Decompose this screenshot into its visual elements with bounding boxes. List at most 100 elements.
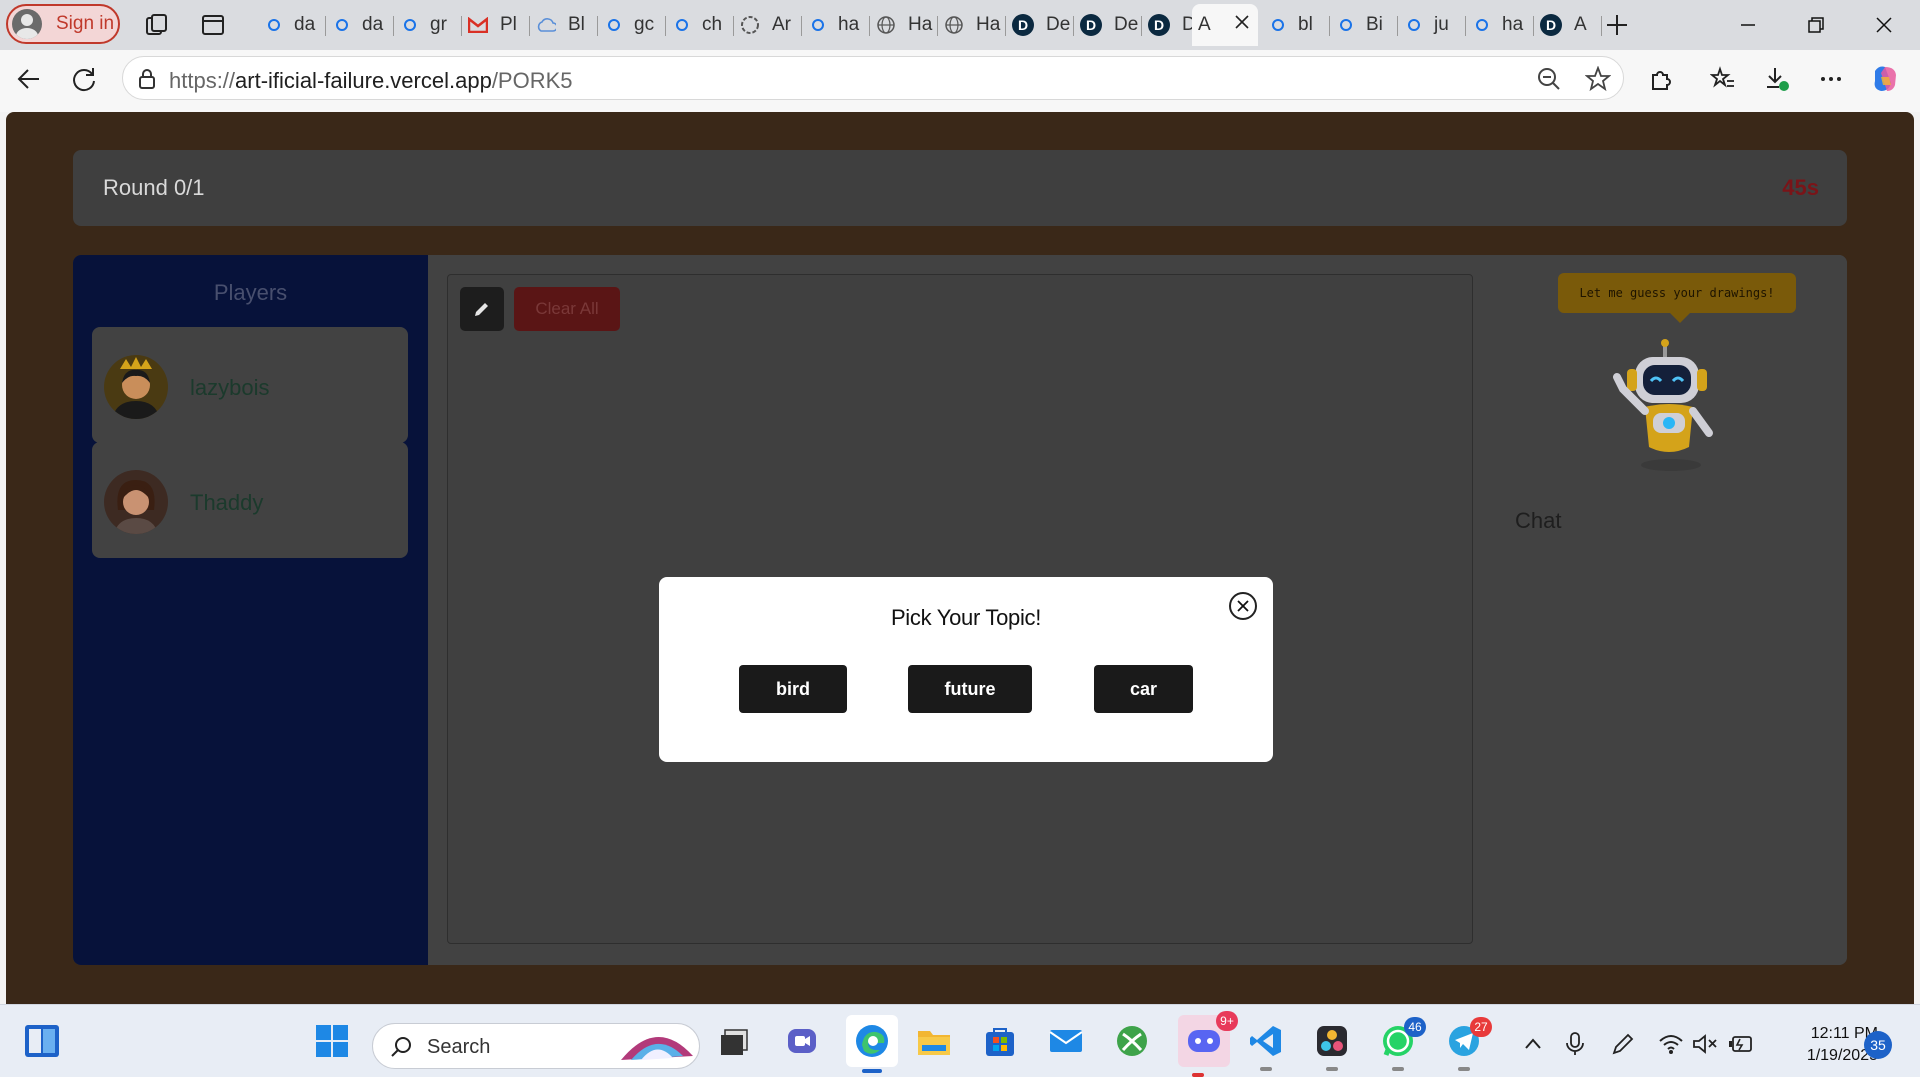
file-explorer-icon[interactable] — [914, 1021, 954, 1061]
browser-tab[interactable]: ju — [1398, 4, 1466, 46]
refresh-icon[interactable] — [67, 62, 101, 96]
search-placeholder: Search — [427, 1036, 491, 1058]
search-icon — [608, 19, 620, 31]
restore-icon[interactable] — [1786, 8, 1846, 42]
browser-tab[interactable]: ha — [802, 4, 870, 46]
sign-in-label: Sign in — [56, 13, 115, 34]
notification-count[interactable]: 35 — [1864, 1031, 1892, 1059]
tab-label: bl — [1298, 14, 1313, 35]
new-tab-icon[interactable] — [1604, 12, 1630, 38]
teams-chat-icon[interactable] — [782, 1021, 822, 1061]
close-tab-icon[interactable] — [1234, 14, 1250, 36]
clear-all-button[interactable]: Clear All — [514, 287, 620, 331]
pen-icon[interactable] — [1610, 1031, 1636, 1057]
favorites-icon[interactable] — [1706, 62, 1740, 96]
browser-tab[interactable]: da — [326, 4, 394, 46]
close-window-icon[interactable] — [1854, 8, 1914, 42]
sign-in-button[interactable]: Sign in — [6, 4, 120, 44]
pencil-button[interactable] — [460, 287, 504, 331]
favorite-star-icon[interactable] — [1584, 65, 1612, 97]
lock-icon[interactable] — [137, 68, 157, 95]
player-card[interactable]: Thaddy — [92, 442, 408, 558]
chat-title: Chat — [1515, 508, 1562, 533]
round-bar: Round 0/1 45s — [73, 150, 1847, 226]
search-icon — [1408, 19, 1420, 31]
browser-tab[interactable]: Ha — [938, 4, 1006, 46]
tab-label: da — [362, 14, 384, 35]
browser-tab[interactable]: D De — [1006, 4, 1074, 46]
topic-button-bird[interactable]: bird — [739, 665, 847, 713]
browser-tab[interactable]: DA — [1534, 4, 1602, 46]
start-icon[interactable] — [312, 1021, 352, 1061]
player-name: Thaddy — [190, 490, 264, 515]
vscode-icon[interactable] — [1246, 1021, 1286, 1071]
search-highlight-icon — [617, 1026, 697, 1071]
edge-icon[interactable] — [846, 1015, 898, 1073]
browser-tab[interactable]: Bl — [530, 4, 598, 46]
topic-button-car[interactable]: car — [1094, 665, 1193, 713]
widgets-icon[interactable] — [22, 1021, 62, 1061]
browser-tab[interactable]: Ha — [870, 4, 938, 46]
downloads-icon[interactable] — [1760, 62, 1794, 96]
browser-tab[interactable]: gr — [394, 4, 462, 46]
copilot-icon[interactable] — [1868, 62, 1902, 96]
search-icon — [1272, 19, 1284, 31]
whatsapp-icon[interactable]: 46 — [1378, 1017, 1426, 1071]
zoom-out-icon[interactable] — [1537, 67, 1561, 96]
browser-tab[interactable]: D De — [1074, 4, 1142, 46]
store-icon[interactable] — [980, 1021, 1020, 1061]
topic-button-future[interactable]: future — [908, 665, 1032, 713]
workspaces-icon[interactable] — [144, 12, 170, 38]
tab-separator — [1601, 16, 1602, 36]
xbox-icon[interactable] — [1112, 1021, 1152, 1061]
address-bar[interactable]: https://art-ificial-failure.vercel.app/P… — [122, 56, 1624, 100]
microphone-icon[interactable] — [1562, 1031, 1588, 1057]
browser-tab[interactable]: gc — [598, 4, 666, 46]
players-title: Players — [213, 280, 288, 305]
system-clock[interactable]: 12:11 PM 1/19/2025 — [1778, 1023, 1878, 1067]
extensions-icon[interactable] — [1644, 62, 1678, 96]
tab-label: A — [1198, 14, 1211, 35]
bot-speech-bubble: Let me guess your drawings! — [1558, 273, 1796, 323]
browser-tab[interactable]: ha — [1466, 4, 1534, 46]
taskbar-search[interactable]: Search — [372, 1023, 700, 1069]
discord-icon[interactable]: 9+ — [1178, 1011, 1238, 1077]
browser-tab[interactable]: bl — [1262, 4, 1330, 46]
search-icon — [389, 1035, 413, 1064]
browser-tab[interactable]: A — [1192, 4, 1258, 46]
search-icon — [812, 19, 824, 31]
players-panel: Players lazybois Thaddy — [73, 255, 428, 965]
telegram-icon[interactable]: 27 — [1444, 1017, 1492, 1071]
battery-charging-icon[interactable] — [1728, 1031, 1754, 1057]
modal-title: Pick Your Topic! — [890, 605, 1042, 630]
game-page: Round 0/1 45s Players lazybois Thaddy Cl… — [6, 112, 1914, 1004]
clock-time: 12:11 PM — [1810, 1025, 1878, 1042]
chevron-up-icon[interactable] — [1520, 1031, 1546, 1057]
task-view-icon[interactable] — [714, 1021, 754, 1061]
close-icon — [1237, 600, 1249, 612]
profile-icon — [12, 9, 42, 39]
wifi-icon[interactable] — [1658, 1031, 1684, 1057]
tab-label: Bi — [1366, 14, 1383, 35]
browser-tab[interactable]: da — [258, 4, 326, 46]
mail-icon[interactable] — [1046, 1021, 1086, 1061]
search-icon — [268, 19, 280, 31]
davinci-resolve-icon[interactable] — [1312, 1021, 1352, 1071]
close-modal-button[interactable] — [1229, 592, 1257, 620]
tab-label: gc — [634, 14, 655, 35]
browser-tab[interactable]: Bi — [1330, 4, 1398, 46]
url-text[interactable]: https://art-ificial-failure.vercel.app/P… — [169, 68, 573, 94]
search-icon — [1340, 19, 1352, 31]
tab-actions-icon[interactable] — [200, 12, 226, 38]
volume-muted-icon[interactable] — [1692, 1031, 1718, 1057]
browser-tab[interactable]: ch — [666, 4, 734, 46]
minimize-icon[interactable] — [1718, 8, 1778, 42]
back-arrow-icon[interactable] — [12, 62, 46, 96]
player-card[interactable]: lazybois — [92, 327, 408, 443]
browser-tab[interactable]: Ar — [734, 4, 802, 46]
browser-tab[interactable]: Pl — [462, 4, 530, 46]
url-scheme: https:// — [169, 68, 236, 93]
search-icon — [676, 19, 688, 31]
d-logo-icon: D — [1012, 14, 1034, 36]
more-options-icon[interactable] — [1814, 62, 1848, 96]
